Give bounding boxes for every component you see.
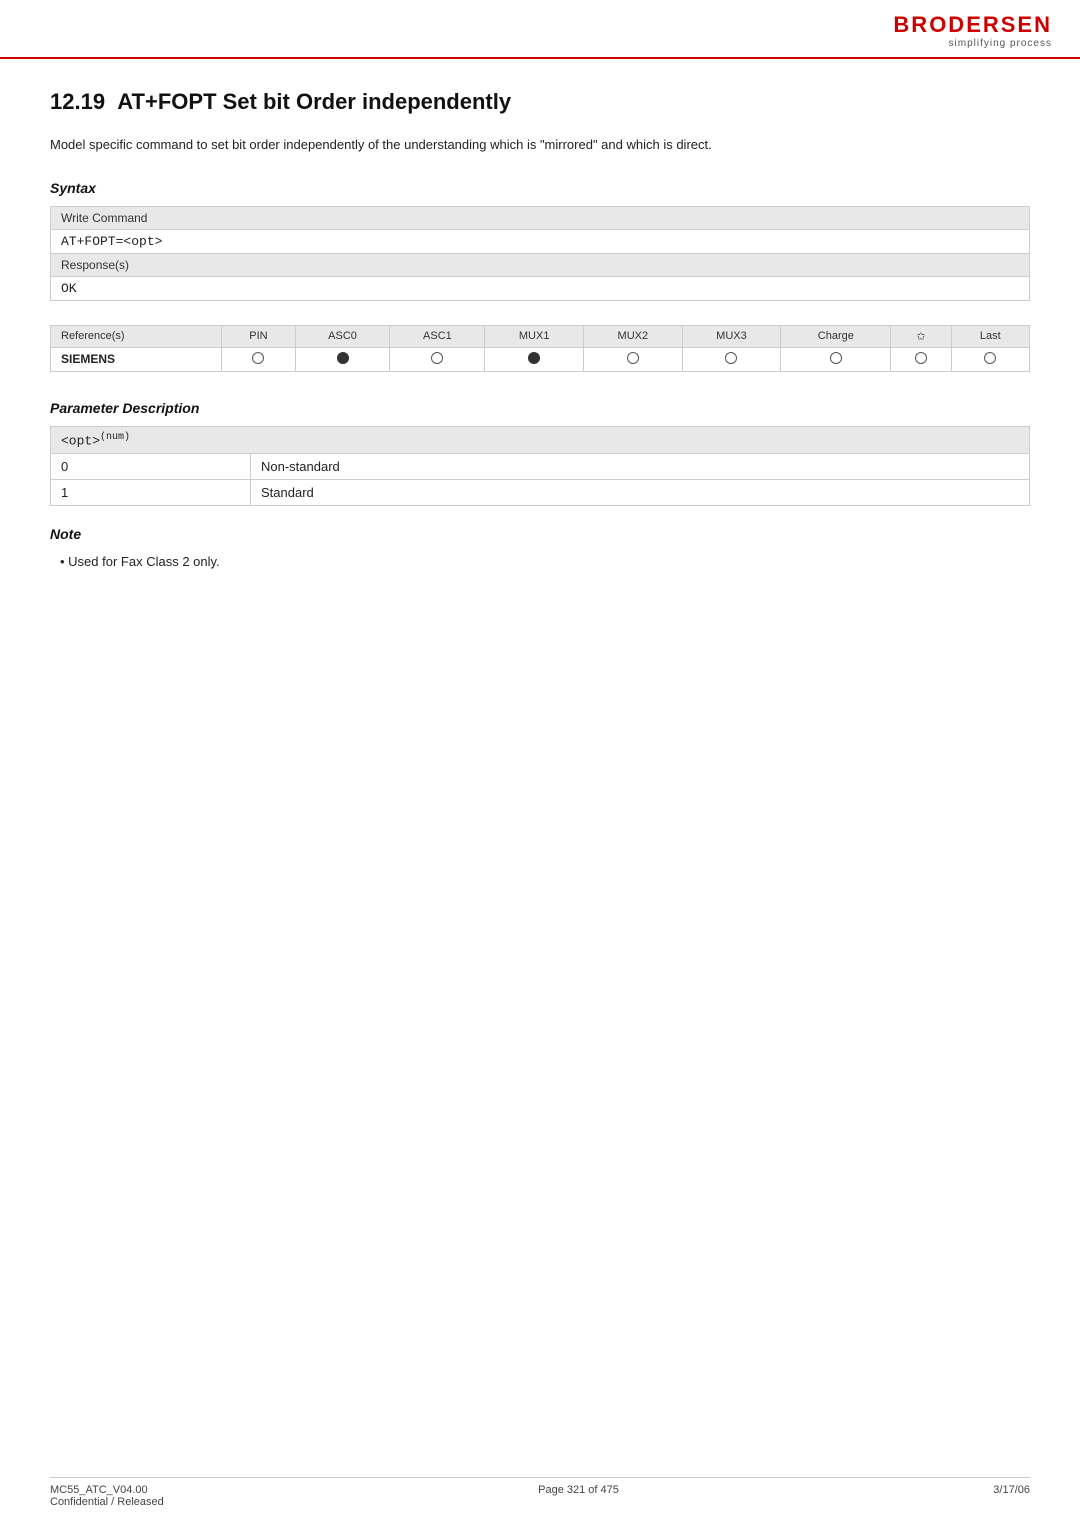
- param-label: <opt>: [61, 433, 100, 448]
- write-command-code: AT+FOPT=<opt>: [51, 229, 1030, 253]
- param-desc-title: Parameter Description: [50, 400, 1030, 416]
- note-section: Note Used for Fax Class 2 only.: [50, 526, 1030, 573]
- param-header-row: <opt>(num): [51, 426, 1030, 453]
- table-row: SIEMENS: [51, 347, 1030, 371]
- ok-response: OK: [51, 276, 1030, 300]
- main-content: 12.19 AT+FOPT Set bit Order independentl…: [0, 59, 1080, 657]
- list-item: Used for Fax Class 2 only.: [60, 552, 1030, 573]
- ref-col-mux3: MUX3: [682, 325, 781, 347]
- table-row: 1 Standard: [51, 480, 1030, 506]
- ref-col-special: ✩: [891, 325, 951, 347]
- page-header: BRODERSEN simplifying process: [0, 0, 1080, 59]
- ref-col-mux2: MUX2: [584, 325, 683, 347]
- responses-label: Response(s): [51, 253, 1030, 276]
- ref-col-last: Last: [951, 325, 1029, 347]
- circle-asc1: [390, 347, 485, 371]
- write-command-code-row: AT+FOPT=<opt>: [51, 229, 1030, 253]
- syntax-table: Write Command AT+FOPT=<opt> Response(s) …: [50, 206, 1030, 301]
- write-command-label: Write Command: [51, 206, 1030, 229]
- param-value-0: 0: [51, 454, 251, 480]
- brand-name: BRODERSEN: [893, 12, 1052, 38]
- ref-col-charge: Charge: [781, 325, 891, 347]
- ref-label-header: Reference(s): [51, 325, 222, 347]
- ref-row-name: SIEMENS: [51, 347, 222, 371]
- ref-col-pin: PIN: [222, 325, 295, 347]
- circle-mux2: [584, 347, 683, 371]
- table-row: 0 Non-standard: [51, 454, 1030, 480]
- brand-tagline: simplifying process: [893, 38, 1052, 49]
- circle-asc0: [295, 347, 390, 371]
- ref-col-mux1: MUX1: [485, 325, 584, 347]
- circle-last: [951, 347, 1029, 371]
- circle-special: [891, 347, 951, 371]
- write-command-header-row: Write Command: [51, 206, 1030, 229]
- reference-table: Reference(s) PIN ASC0 ASC1 MUX1 MUX2 MUX…: [50, 325, 1030, 372]
- reference-header-row: Reference(s) PIN ASC0 ASC1 MUX1 MUX2 MUX…: [51, 325, 1030, 347]
- section-description: Model specific command to set bit order …: [50, 135, 1030, 156]
- circle-mux1: [485, 347, 584, 371]
- ok-response-row: OK: [51, 276, 1030, 300]
- circle-pin: [222, 347, 295, 371]
- circle-mux3: [682, 347, 781, 371]
- responses-header-row: Response(s): [51, 253, 1030, 276]
- note-title: Note: [50, 526, 1030, 542]
- param-desc-1: Standard: [251, 480, 1030, 506]
- param-header-cell: <opt>(num): [51, 426, 1030, 453]
- ref-col-asc1: ASC1: [390, 325, 485, 347]
- ref-col-asc0: ASC0: [295, 325, 390, 347]
- note-list: Used for Fax Class 2 only.: [50, 552, 1030, 573]
- section-title: 12.19 AT+FOPT Set bit Order independentl…: [50, 89, 1030, 115]
- page-footer: MC55_ATC_V04.00 Confidential / Released …: [50, 1477, 1030, 1508]
- footer-left: MC55_ATC_V04.00 Confidential / Released: [50, 1484, 164, 1508]
- param-value-1: 1: [51, 480, 251, 506]
- syntax-title: Syntax: [50, 180, 1030, 196]
- footer-page-number: Page 321 of 475: [538, 1484, 619, 1508]
- circle-charge: [781, 347, 891, 371]
- logo: BRODERSEN simplifying process: [893, 12, 1052, 49]
- footer-status: Confidential / Released: [50, 1496, 164, 1508]
- param-superscript: (num): [100, 432, 130, 443]
- footer-doc-id: MC55_ATC_V04.00: [50, 1484, 164, 1496]
- param-desc-0: Non-standard: [251, 454, 1030, 480]
- footer-date: 3/17/06: [993, 1484, 1030, 1508]
- parameter-table: <opt>(num) 0 Non-standard 1 Standard: [50, 426, 1030, 506]
